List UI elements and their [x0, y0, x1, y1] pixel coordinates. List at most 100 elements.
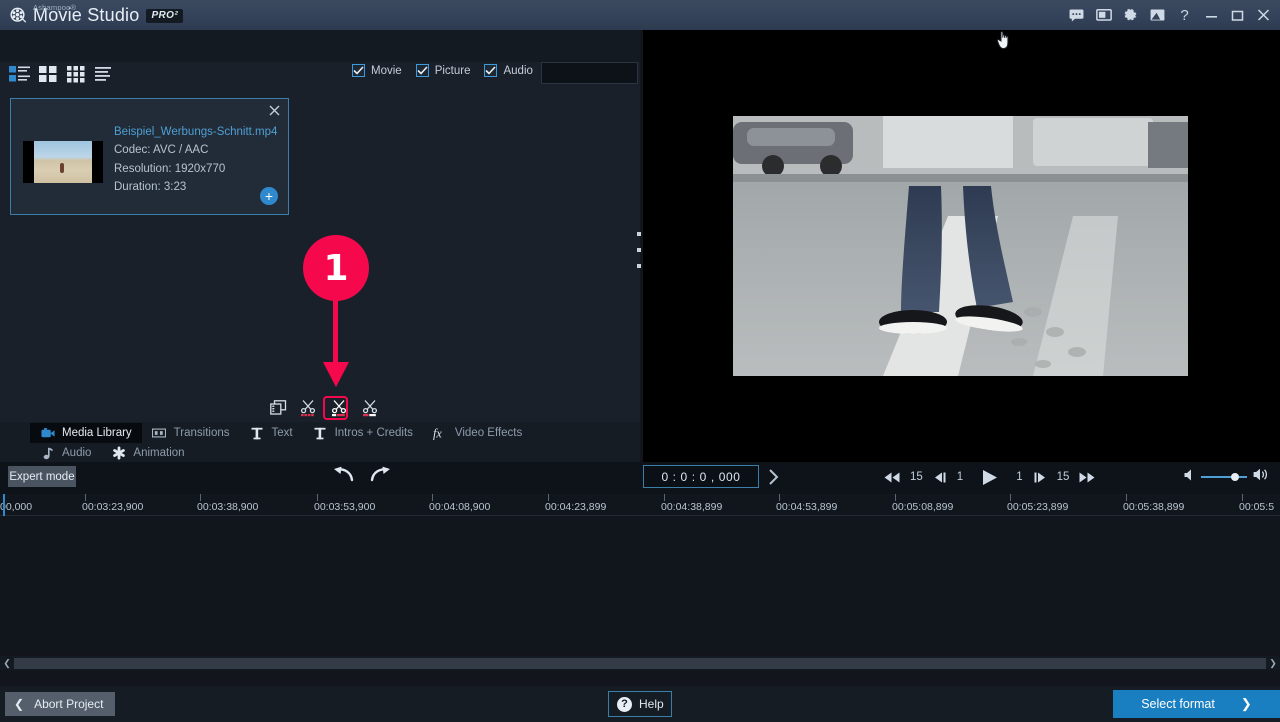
ruler-label: 00:05:08,899 [892, 501, 954, 513]
medium-icons-view-icon[interactable] [37, 64, 59, 84]
tab-audio[interactable]: Audio [30, 443, 101, 463]
edit-tools-group [270, 396, 378, 420]
video-preview[interactable] [643, 30, 1280, 462]
small-icons-view-icon[interactable] [65, 64, 87, 84]
panel-splitter-handle[interactable] [635, 232, 643, 268]
add-media-button[interactable]: + [260, 187, 278, 205]
select-format-button[interactable]: Select format ❯ [1113, 690, 1280, 718]
volume-slider[interactable] [1201, 473, 1247, 481]
undo-redo-group [332, 466, 392, 487]
svg-text:fx: fx [433, 427, 442, 440]
gear-icon[interactable] [1117, 0, 1144, 30]
image-icon[interactable] [1144, 0, 1171, 30]
annotation-arrow-icon [322, 300, 350, 393]
scroll-right-icon[interactable]: ❯ [1266, 658, 1280, 669]
preview-frame [733, 116, 1188, 376]
volume-control[interactable] [1184, 468, 1268, 486]
text-icon [250, 427, 265, 440]
speaker-icon[interactable] [1253, 468, 1268, 486]
ruler-label: 00:03:53,900 [314, 501, 376, 513]
titlebar-controls: ? [1063, 0, 1280, 30]
filter-picture[interactable]: Picture [415, 64, 470, 77]
tab-audio-label: Audio [62, 447, 92, 459]
filter-audio[interactable]: Audio [484, 64, 533, 77]
tab-intros-credits[interactable]: Intros + Credits [303, 423, 423, 443]
scrollbar-thumb[interactable] [14, 657, 1266, 669]
step-back-icon[interactable] [933, 472, 947, 483]
back-chevron-icon: ❮ [14, 697, 25, 711]
audio-checkbox[interactable] [484, 64, 498, 77]
media-codec: Codec: AVC / AAC [114, 144, 209, 156]
vendor-name: Ashampoo® [33, 3, 77, 12]
abort-project-button[interactable]: ❮ Abort Project [5, 692, 115, 716]
music-note-icon [40, 447, 55, 460]
timeline-scrollbar[interactable]: ❮ ❯ [0, 656, 1280, 670]
timecode-field[interactable]: 0 : 0 : 0 , 000 [643, 465, 759, 488]
forward-chevron-icon: ❯ [1240, 696, 1252, 711]
media-resolution: Resolution: 1920x770 [114, 162, 226, 175]
volume-slider-knob[interactable] [1231, 473, 1239, 481]
skip-fwd-frames-label: 15 [1056, 471, 1070, 483]
help-label: Help [639, 697, 664, 711]
mute-icon[interactable] [1184, 468, 1195, 486]
edition-badge: PRO² [146, 9, 184, 23]
trim-clip-tool-icon[interactable] [362, 397, 380, 419]
title-bar: Ashampoo® Movie Studio PRO² ? [0, 0, 1280, 30]
ruler-label: 00:05:23,899 [1007, 501, 1069, 513]
play-button[interactable] [981, 469, 998, 486]
ruler-label: 00:04:53,899 [776, 501, 838, 513]
close-button[interactable] [1250, 0, 1276, 30]
details-view-icon[interactable] [9, 64, 31, 84]
picture-checkbox[interactable] [415, 64, 429, 77]
question-mark-icon: ? [617, 696, 632, 712]
media-filename: Beispiel_Werbungs-Schnitt.mp4 [114, 126, 278, 138]
step-forward-icon[interactable] [1033, 472, 1047, 483]
help-button[interactable]: ? Help [608, 691, 672, 717]
split-clip-tool-icon[interactable] [300, 397, 318, 419]
filter-audio-label: Audio [503, 64, 533, 77]
undo-icon[interactable] [332, 466, 354, 487]
duplicate-clip-tool-icon[interactable] [270, 397, 287, 419]
select-format-label: Select format [1141, 697, 1215, 711]
filter-movie[interactable]: Movie [352, 64, 402, 77]
step-back-frames-label: 1 [956, 471, 964, 483]
timeline-ruler[interactable]: 00,000 00:03:23,900 00:03:38,900 00:03:5… [0, 494, 1280, 516]
mouse-cursor [996, 28, 1013, 55]
screen-icon[interactable] [1090, 0, 1117, 30]
ruler-label: 00:04:23,899 [545, 501, 607, 513]
search-box[interactable] [541, 62, 703, 84]
tab-media-library[interactable]: Media Library [30, 423, 142, 443]
expert-mode-button[interactable]: Expert mode [8, 466, 76, 487]
ruler-label: 00:03:23,900 [82, 501, 144, 513]
feedback-icon[interactable] [1063, 0, 1090, 30]
ruler-label: 00:05:5 [1239, 501, 1275, 513]
media-duration: Duration: 3:23 [114, 181, 187, 193]
abort-project-label: Abort Project [34, 697, 104, 711]
help-icon[interactable]: ? [1171, 0, 1198, 30]
list-view-icon[interactable] [93, 64, 115, 84]
text-icon [313, 427, 328, 440]
ruler-label: 00:05:38,899 [1123, 501, 1185, 513]
scroll-left-icon[interactable]: ❮ [0, 658, 14, 669]
annotation-step-badge: 1 [303, 235, 369, 301]
skip-forward-icon[interactable] [1079, 472, 1095, 483]
movie-checkbox[interactable] [352, 64, 365, 77]
media-item-card[interactable]: Beispiel_Werbungs-Schnitt.mp4 Codec: AVC… [10, 98, 289, 215]
remove-media-icon[interactable] [266, 102, 282, 118]
minimize-button[interactable] [1198, 0, 1224, 30]
timecode-next-icon[interactable] [764, 466, 782, 488]
maximize-button[interactable] [1224, 0, 1250, 30]
tab-text[interactable]: Text [240, 423, 303, 443]
tab-video-effects[interactable]: fx Video Effects [423, 423, 532, 443]
fx-icon: fx [433, 427, 448, 440]
redo-icon[interactable] [370, 466, 392, 487]
timeline-track[interactable] [0, 516, 1280, 652]
tab-transitions[interactable]: Transitions [142, 423, 240, 443]
skip-back-icon[interactable] [884, 472, 900, 483]
media-info: Beispiel_Werbungs-Schnitt.mp4 Codec: AVC… [114, 126, 277, 197]
tab-video-effects-label: Video Effects [454, 427, 523, 439]
animation-icon [111, 446, 126, 460]
cut-selection-tool-icon[interactable] [331, 397, 349, 419]
add-media-panel [0, 30, 640, 422]
tab-animation[interactable]: Animation [101, 443, 194, 463]
